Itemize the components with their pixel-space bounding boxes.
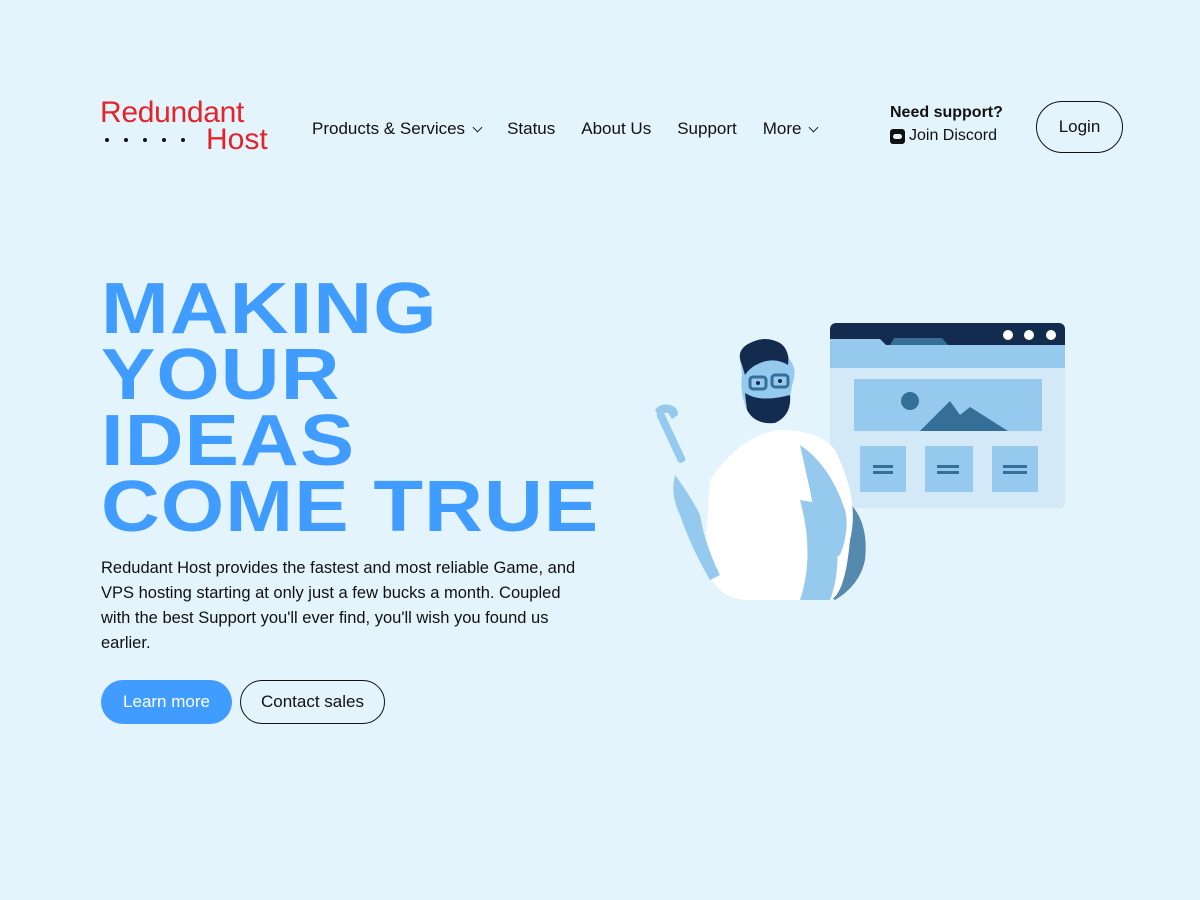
nav-label: About Us — [581, 119, 652, 138]
logo-dots — [105, 138, 185, 142]
support-heading: Need support? — [890, 104, 1003, 121]
headline-line: MAKING — [101, 269, 438, 349]
nav-label: Products & Services — [312, 119, 466, 138]
nav-item-status[interactable]: Status — [507, 119, 555, 139]
brand-logo[interactable]: Redundant Host — [100, 98, 290, 158]
chevron-down-icon — [809, 122, 819, 132]
nav-item-more[interactable]: More — [762, 119, 819, 139]
main-nav: Products & Services Status About Us Supp… — [312, 119, 843, 139]
discord-icon — [890, 128, 905, 144]
chevron-down-icon — [472, 122, 483, 132]
nav-label: Status — [507, 119, 556, 138]
hero-illustration — [655, 323, 1065, 600]
nav-label: More — [762, 119, 802, 138]
nav-label: Support — [677, 119, 737, 138]
nav-item-products-services[interactable]: Products & Services — [312, 119, 483, 139]
learn-more-button[interactable]: Learn more — [101, 680, 232, 724]
browser-window-illustration — [830, 323, 1065, 508]
nav-item-about-us[interactable]: About Us — [581, 119, 651, 139]
brand-name-line2: Host — [206, 123, 268, 156]
hero-headline: MAKING YOUR IDEAS COME TRUE — [101, 269, 600, 547]
hero-description: Redudant Host provides the fastest and m… — [101, 559, 576, 652]
contact-sales-button[interactable]: Contact sales — [240, 680, 385, 724]
join-discord-label: Join Discord — [909, 127, 998, 144]
headline-line: IDEAS — [101, 401, 356, 481]
support-block: Need support? Join Discord — [890, 104, 1003, 145]
headline-line: COME TRUE — [101, 467, 600, 547]
login-button[interactable]: Login — [1036, 101, 1123, 153]
join-discord-link[interactable]: Join Discord — [890, 127, 1003, 145]
nav-item-support[interactable]: Support — [677, 119, 737, 139]
headline-line: YOUR — [101, 335, 341, 415]
